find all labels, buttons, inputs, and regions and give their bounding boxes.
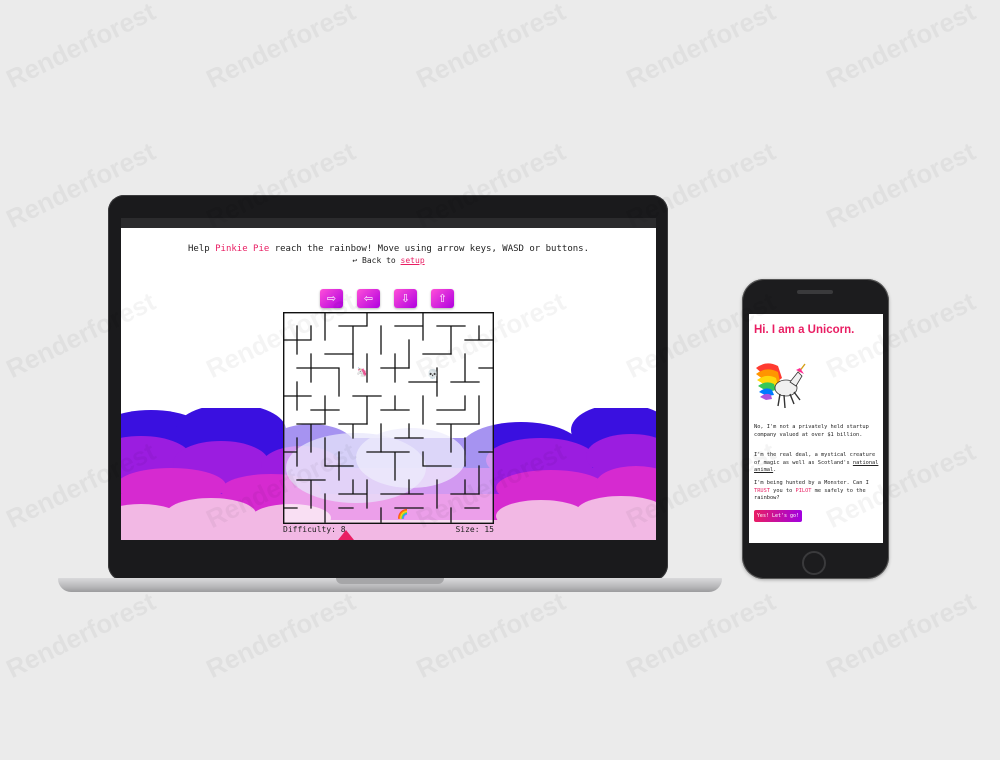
lets-go-button[interactable]: Yes! Let's go! xyxy=(754,510,802,522)
watermark-text: Renderforest xyxy=(821,586,980,685)
watermark-text: Renderforest xyxy=(411,0,570,95)
monster-paragraph: I'm being hunted by a Monster. Can I TRU… xyxy=(754,480,882,503)
control-buttons: ⇨ ⇦ ⇩ ⇧ xyxy=(320,289,454,308)
move-left-button[interactable]: ⇦ xyxy=(357,289,380,308)
phone-screen: Hi. I am a Unicorn. No, I'm not a privat… xyxy=(749,314,883,543)
intro-paragraph: No, I'm not a privately held startup com… xyxy=(754,424,869,438)
back-arrow-icon: ↩ xyxy=(352,256,358,265)
trust-word: TRUST xyxy=(754,487,770,494)
rainbow-goal-icon: 🌈 xyxy=(397,509,409,519)
character-name: Pinkie Pie xyxy=(215,244,270,254)
difficulty-label: Difficulty: 8 xyxy=(283,525,346,534)
back-row: ↩ Back to setup xyxy=(121,256,656,265)
real-deal-period: . xyxy=(773,467,777,473)
phone-speaker xyxy=(797,290,833,294)
real-deal-paragraph: I'm the real deal, a mystical creature o… xyxy=(754,452,882,475)
maze-grid xyxy=(283,312,494,524)
monster-text-b: you to xyxy=(773,487,793,494)
maze-footer: Difficulty: 8 Size: 15 xyxy=(283,525,494,534)
unicorn-title: Hi. I am a Unicorn. xyxy=(754,324,855,336)
laptop-top-bezel xyxy=(121,218,656,228)
laptop-screen: Help Pinkie Pie reach the rainbow! Move … xyxy=(121,228,656,540)
arrow-left-icon: ⇦ xyxy=(363,293,374,305)
monster-text-a: I'm being hunted by a Monster. Can I xyxy=(754,480,869,486)
move-right-button[interactable]: ⇨ xyxy=(320,289,343,308)
laptop-notch xyxy=(336,578,444,584)
monster-skull-icon: 💀 xyxy=(427,369,439,379)
setup-link[interactable]: setup xyxy=(401,256,425,265)
watermark-text: Renderforest xyxy=(821,136,980,235)
unicorn-image xyxy=(756,363,806,409)
watermark-text: Renderforest xyxy=(411,586,570,685)
arrow-down-icon: ⇩ xyxy=(400,293,411,305)
instructions-prefix: Help xyxy=(188,244,210,254)
arrow-right-icon: ⇨ xyxy=(326,293,337,305)
watermark-text: Renderforest xyxy=(201,586,360,685)
watermark-text: Renderforest xyxy=(1,0,160,95)
player-unicorn-icon: 🦄 xyxy=(356,367,368,377)
move-down-button[interactable]: ⇩ xyxy=(394,289,417,308)
watermark-text: Renderforest xyxy=(621,0,780,95)
back-text: Back to xyxy=(362,256,396,265)
watermark-text: Renderforest xyxy=(1,586,160,685)
size-label: Size: 15 xyxy=(455,525,494,534)
watermark-text: Renderforest xyxy=(201,0,360,95)
move-up-button[interactable]: ⇧ xyxy=(431,289,454,308)
pilot-word: PILOT xyxy=(795,487,812,494)
instructions-suffix: reach the rainbow! Move using arrow keys… xyxy=(274,244,589,254)
arrow-up-icon: ⇧ xyxy=(437,293,448,305)
phone-home-button xyxy=(802,551,826,575)
game-instructions: Help Pinkie Pie reach the rainbow! Move … xyxy=(121,244,656,254)
watermark-text: Renderforest xyxy=(821,0,980,95)
watermark-text: Renderforest xyxy=(621,586,780,685)
